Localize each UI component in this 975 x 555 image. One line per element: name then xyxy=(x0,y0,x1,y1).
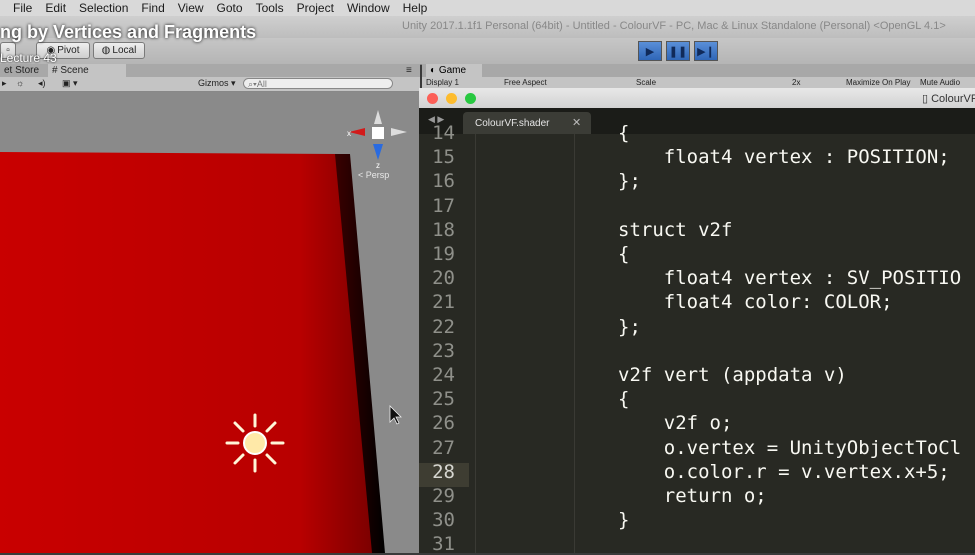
menu-edit[interactable]: Edit xyxy=(45,1,66,15)
code-line[interactable]: float4 vertex : SV_POSITIO xyxy=(618,267,961,289)
pivot-label: Pivot xyxy=(57,45,80,56)
pause-icon: ❚❚ xyxy=(668,45,688,58)
zoom-window-button[interactable] xyxy=(465,93,476,104)
axis-x-label: x xyxy=(347,129,351,138)
lighting-toggle-icon[interactable]: ☼ xyxy=(16,78,24,89)
minimize-window-button[interactable] xyxy=(446,93,457,104)
directional-light-icon[interactable] xyxy=(225,413,285,473)
gizmos-dropdown[interactable]: Gizmos ▾ xyxy=(198,78,236,89)
tab-label: ColourVF.shader xyxy=(475,118,550,129)
maximize-on-play-toggle[interactable]: Maximize On Play xyxy=(846,78,910,87)
scene-bar: ▸ ☼ ◂) ▣ ▾ Gizmos ▾ ⌕▾All xyxy=(0,77,420,92)
menu-file[interactable]: File xyxy=(13,1,32,15)
tab-colourvf-shader[interactable]: ColourVF.shader ✕ xyxy=(463,112,591,134)
close-window-button[interactable] xyxy=(427,93,438,104)
local-icon: ◍ xyxy=(101,45,111,56)
close-tab-icon[interactable]: ✕ xyxy=(572,116,581,129)
play-icon: ▶ xyxy=(645,45,655,58)
course-title: ng by Vertices and Fragments xyxy=(0,22,257,42)
scene-tabs: et Store # Scene ≡ xyxy=(0,64,420,77)
tab-scene[interactable]: # Scene xyxy=(48,64,126,77)
menu-view[interactable]: View xyxy=(178,1,204,15)
editor-window-filename-label: ColourVF.s xyxy=(931,93,975,105)
file-icon: ▯ xyxy=(922,93,932,105)
code-line[interactable]: }; xyxy=(618,316,641,338)
lecture-label: Lecture 43 xyxy=(0,51,57,65)
scene-view[interactable]: x z < Persp xyxy=(0,92,420,553)
audio-toggle-icon[interactable]: ◂) xyxy=(38,78,46,89)
code-line[interactable]: }; xyxy=(618,170,641,192)
tab-game-label: Game xyxy=(438,65,467,76)
search-icon: ⌕▾ xyxy=(248,79,257,89)
code-line[interactable]: o.vertex = UnityObjectToCl xyxy=(618,437,961,459)
scene-gizmo[interactable]: x z xyxy=(347,110,407,170)
code-editor-window: ▯ ColourVF.s ◀ ▶ ColourVF.shader ✕ 14151… xyxy=(419,88,975,555)
menu-help[interactable]: Help xyxy=(403,1,428,15)
code-line[interactable]: float4 vertex : POSITION; xyxy=(618,146,950,168)
tab-game[interactable]: ◐ Game xyxy=(426,64,483,77)
menu-goto[interactable]: Goto xyxy=(217,1,243,15)
game-icon: ◐ xyxy=(430,65,439,76)
tab-asset-store[interactable]: et Store xyxy=(0,64,43,77)
code-line[interactable]: v2f vert (appdata v) xyxy=(618,364,847,386)
code-line[interactable]: o.color.r = v.vertex.x+5; xyxy=(618,461,950,483)
menu-selection[interactable]: Selection xyxy=(79,1,128,15)
mouse-cursor-icon xyxy=(389,405,402,425)
game-tabs: ◐ Game xyxy=(422,64,975,77)
menu-project[interactable]: Project xyxy=(297,1,334,15)
menu-window[interactable]: Window xyxy=(347,1,390,15)
play-button[interactable]: ▶ xyxy=(638,41,662,61)
persp-label[interactable]: < Persp xyxy=(358,170,389,180)
scale-value: 2x xyxy=(792,78,801,87)
code-line[interactable]: { xyxy=(618,122,629,144)
local-button[interactable]: ◍ Local xyxy=(93,42,145,59)
panel-menu-icon[interactable]: ≡ xyxy=(402,64,416,77)
red-quad xyxy=(0,152,375,553)
display-dropdown[interactable]: Display 1 xyxy=(426,78,459,87)
tab-scene-label: Scene xyxy=(60,65,89,76)
step-button[interactable]: ▶❙ xyxy=(694,41,718,61)
menu-find[interactable]: Find xyxy=(141,1,164,15)
menu-bar: File Edit Selection Find View Goto Tools… xyxy=(0,0,975,16)
search-placeholder: All xyxy=(256,79,267,89)
code-line[interactable]: { xyxy=(618,243,629,265)
scene-grid-icon: # xyxy=(52,65,58,76)
code-line[interactable]: { xyxy=(618,388,629,410)
window-title: Unity 2017.1.1f1 Personal (64bit) - Unti… xyxy=(402,20,946,32)
code-area[interactable]: { float4 vertex : POSITION;}; struct v2f{… xyxy=(419,122,975,553)
editor-title-bar: ▯ ColourVF.s xyxy=(419,88,975,108)
local-label: Local xyxy=(112,45,137,56)
code-line[interactable]: return o; xyxy=(618,485,767,507)
scene-search-input[interactable]: ⌕▾All xyxy=(243,78,393,89)
mute-audio-toggle[interactable]: Mute Audio xyxy=(920,78,960,87)
editor-window-filename: ▯ ColourVF.s xyxy=(922,92,975,105)
code-line[interactable]: float4 color: COLOR; xyxy=(618,291,893,313)
scale-label: Scale xyxy=(636,78,657,87)
code-line[interactable]: struct v2f xyxy=(618,219,732,241)
gizmos-label: Gizmos xyxy=(198,78,229,88)
step-icon: ▶❙ xyxy=(697,45,715,58)
menu-tools[interactable]: Tools xyxy=(256,1,284,15)
aspect-dropdown[interactable]: Free Aspect xyxy=(504,78,547,87)
code-line[interactable]: } xyxy=(618,509,629,531)
shading-mode-dropdown[interactable]: ▸ xyxy=(2,78,7,89)
editor-tab-bar: ◀ ▶ ColourVF.shader ✕ xyxy=(419,108,975,134)
effects-dropdown-icon[interactable]: ▣ ▾ xyxy=(62,78,78,89)
pause-button[interactable]: ❚❚ xyxy=(666,41,690,61)
scene-canvas: x z < Persp xyxy=(0,110,407,553)
code-line[interactable]: v2f o; xyxy=(618,412,733,434)
axis-z-label: z xyxy=(376,161,380,170)
